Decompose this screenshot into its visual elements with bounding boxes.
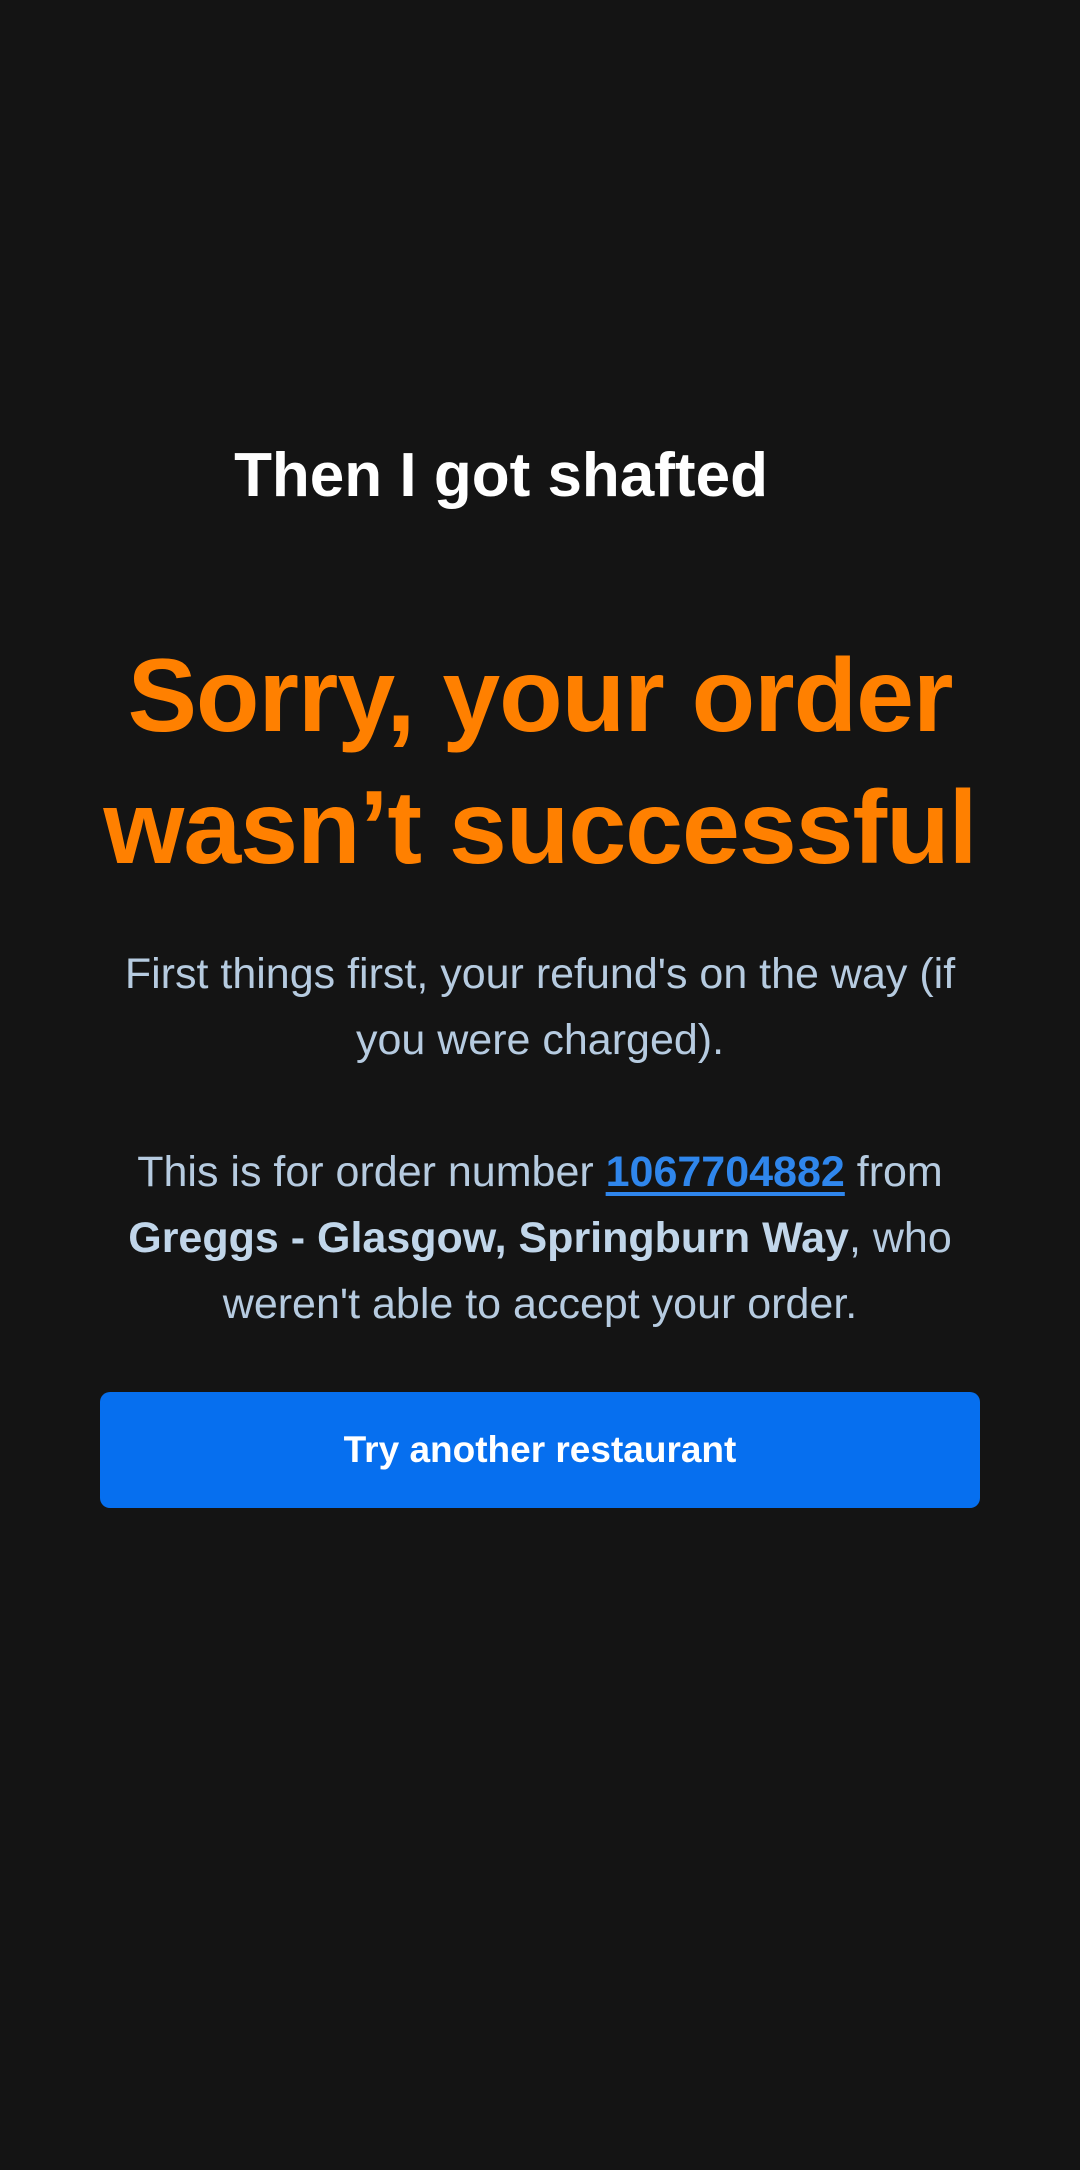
try-another-restaurant-button[interactable]: Try another restaurant	[100, 1392, 980, 1508]
order-number-link[interactable]: 1067704882	[606, 1148, 845, 1196]
refund-message: First things first, your refund's on the…	[124, 950, 956, 1064]
caption-text: Then I got shafted	[234, 441, 768, 510]
order-info-from: from	[856, 1148, 943, 1196]
order-info-prefix: This is for order number	[137, 1148, 594, 1196]
restaurant-name: Greggs - Glasgow, Springburn Way	[128, 1214, 849, 1262]
order-info: This is for order number 1067704882 from…	[100, 1139, 980, 1337]
error-headline: Sorry, your order wasn’t successful	[103, 638, 977, 886]
